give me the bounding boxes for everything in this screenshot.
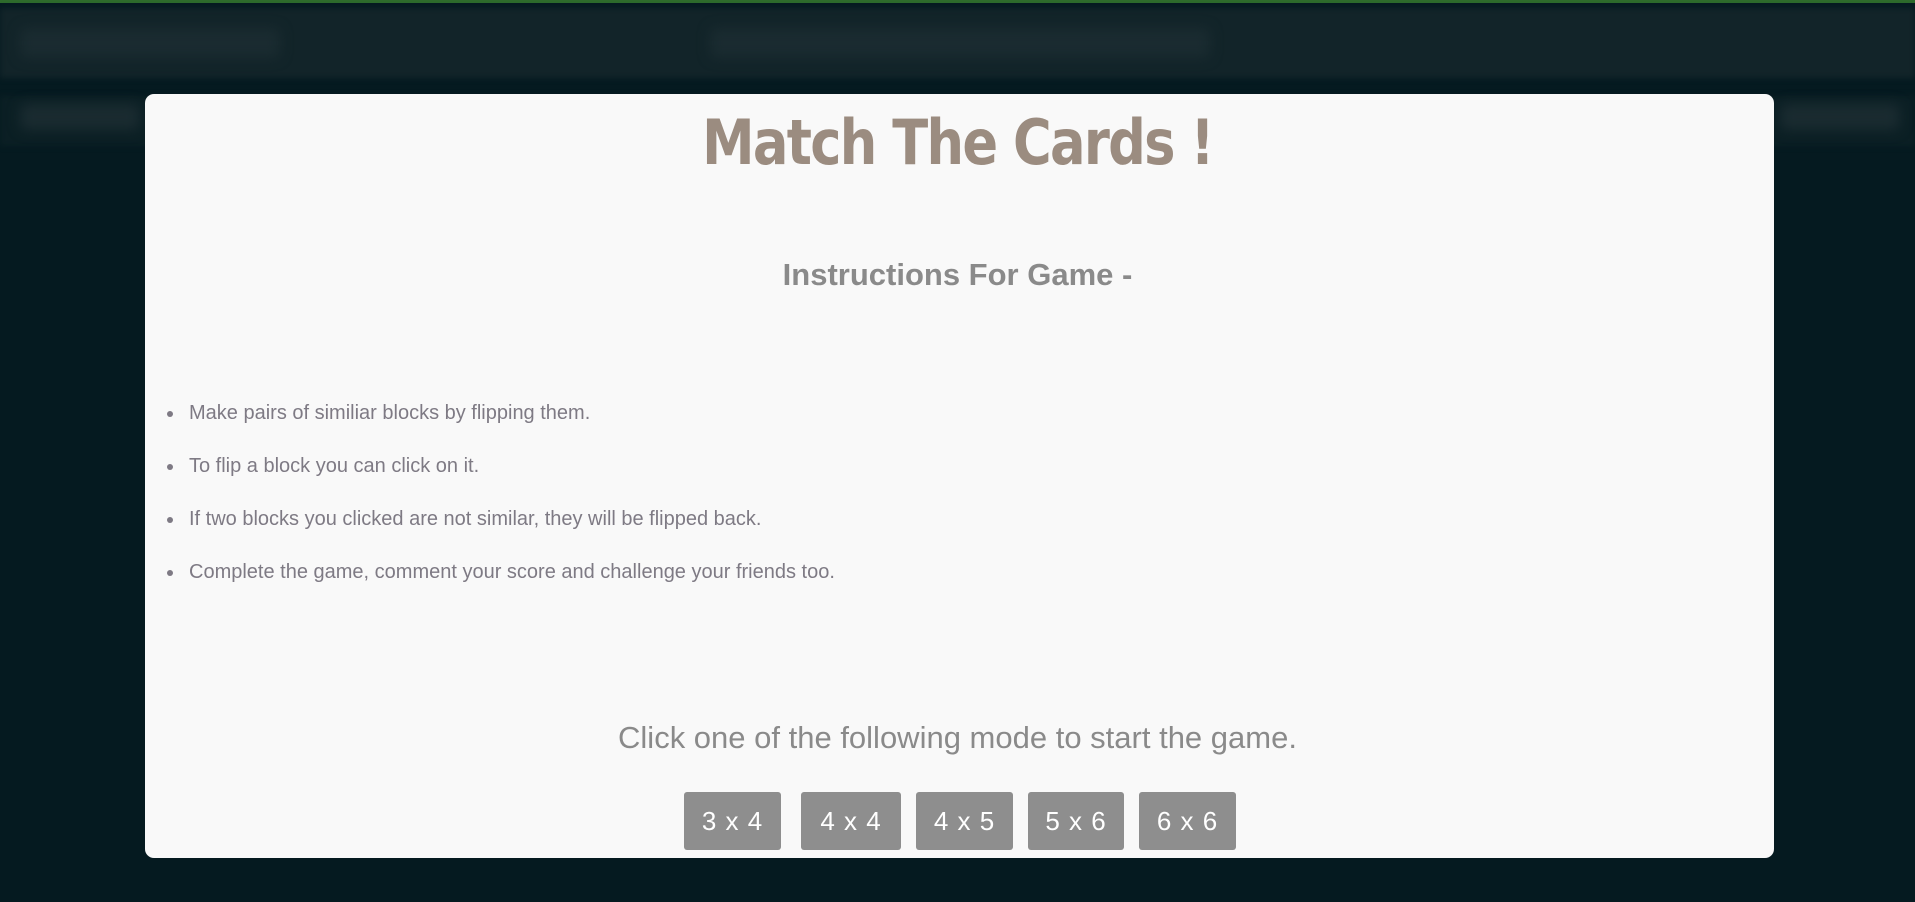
blurred-background-element bbox=[1780, 104, 1900, 130]
blurred-background-element bbox=[710, 28, 1210, 58]
instruction-item: To flip a block you can click on it. bbox=[185, 446, 835, 499]
blurred-background-element bbox=[20, 104, 140, 130]
mode-button-6x6[interactable]: 6 x 6 bbox=[1139, 792, 1236, 850]
game-title: Match The Cards ! bbox=[702, 106, 1214, 179]
mode-button-group: 3 x 4 4 x 4 4 x 5 5 x 6 6 x 6 bbox=[0, 792, 1915, 850]
instructions-heading: Instructions For Game - bbox=[782, 257, 1133, 292]
mode-button-5x6[interactable]: 5 x 6 bbox=[1028, 792, 1124, 850]
mode-button-4x4[interactable]: 4 x 4 bbox=[801, 792, 901, 850]
mode-button-3x4[interactable]: 3 x 4 bbox=[684, 792, 781, 850]
top-accent-line bbox=[0, 0, 1915, 3]
instruction-item: Make pairs of similiar blocks by flippin… bbox=[185, 393, 835, 446]
instructions-list: Make pairs of similiar blocks by flippin… bbox=[175, 393, 835, 605]
instruction-item: Complete the game, comment your score an… bbox=[185, 552, 835, 605]
instruction-item: If two blocks you clicked are not simila… bbox=[185, 499, 835, 552]
mode-prompt: Click one of the following mode to start… bbox=[618, 720, 1297, 755]
page-background: Match The Cards ! Instructions For Game … bbox=[0, 0, 1915, 902]
mode-button-4x5[interactable]: 4 x 5 bbox=[916, 792, 1013, 850]
blurred-background-element bbox=[20, 28, 280, 58]
